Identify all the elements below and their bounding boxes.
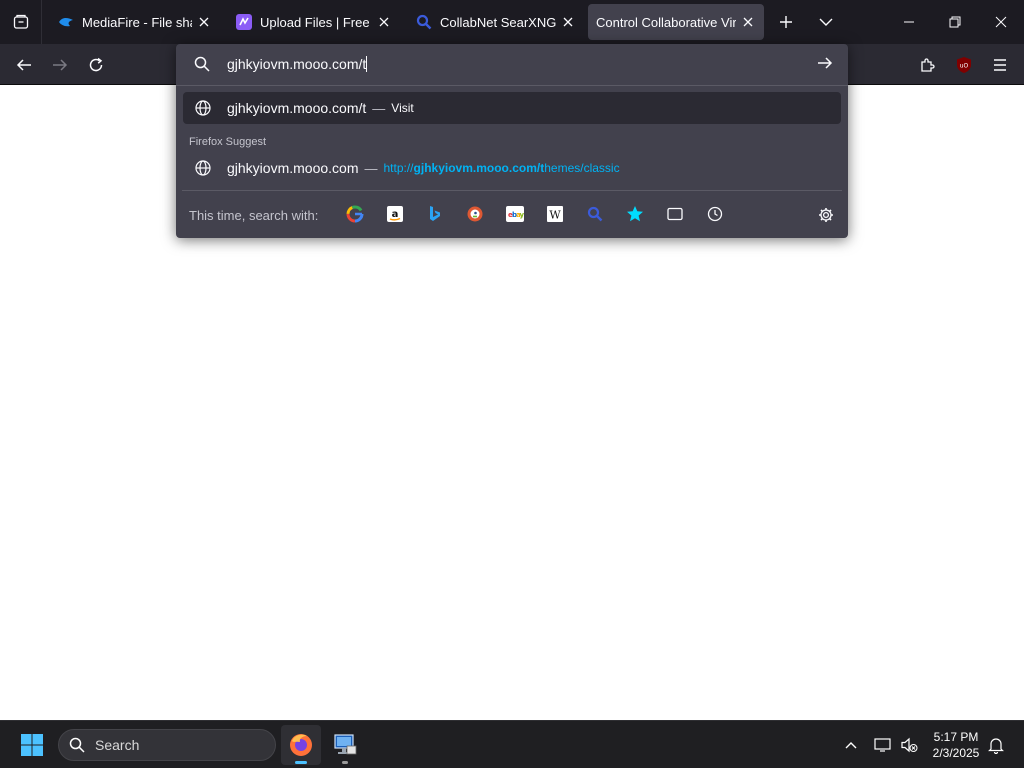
tab-strip: MediaFire - File sharing Upload Files | …	[0, 0, 1024, 44]
result-action: Visit	[391, 101, 414, 115]
one-off-search-bar: This time, search with: a ebay W	[176, 191, 848, 238]
result-url: http://gjhkyiovm.mooo.com/themes/classic	[383, 161, 620, 175]
close-tab-icon[interactable]	[196, 14, 212, 30]
tab-upload-files[interactable]: Upload Files | Free File H	[228, 4, 400, 40]
notifications-button[interactable]	[984, 733, 1008, 757]
new-tab-button[interactable]	[772, 8, 800, 36]
arrow-left-icon	[16, 59, 31, 71]
tab-searxng[interactable]: CollabNet SearXNG	[408, 4, 584, 40]
app-menu-button[interactable]	[984, 49, 1016, 81]
urlbar-popup: gjhkyiovm.mooo.com/t gjhkyiovm.mooo.com/…	[176, 44, 848, 238]
bing-icon[interactable]	[425, 204, 445, 224]
reload-icon	[89, 57, 103, 72]
forward-button[interactable]	[44, 49, 76, 81]
clock-date: 2/3/2025	[932, 746, 980, 760]
heuristic-result[interactable]: gjhkyiovm.mooo.com/t — Visit	[183, 92, 841, 124]
history-clock-icon[interactable]	[705, 204, 725, 224]
svg-text:W: W	[549, 209, 561, 222]
tab-title: CollabNet SearXNG	[440, 14, 556, 30]
plus-icon	[780, 16, 792, 28]
taskbar-search-label: Search	[95, 737, 140, 753]
searxng-icon[interactable]	[585, 204, 605, 224]
suggestion-result[interactable]: gjhkyiovm.mooo.com — http://gjhkyiovm.mo…	[183, 152, 841, 184]
reload-button[interactable]	[80, 49, 112, 81]
volume-status[interactable]	[897, 733, 921, 757]
go-button[interactable]	[816, 54, 834, 77]
ublock-icon: uO	[957, 57, 971, 73]
network-icon	[874, 738, 891, 752]
close-tab-icon[interactable]	[560, 14, 576, 30]
upload-icon	[236, 14, 252, 30]
tab-title: MediaFire - File sharing	[82, 14, 192, 30]
close-icon	[995, 16, 1007, 28]
globe-icon	[195, 100, 211, 116]
wikipedia-icon[interactable]: W	[545, 204, 565, 224]
network-status[interactable]	[871, 733, 895, 757]
ebay-icon[interactable]: ebay	[505, 204, 525, 224]
tab-title: Control Collaborative Virtua	[596, 14, 736, 30]
divider	[176, 85, 848, 86]
tab-active[interactable]: Control Collaborative Virtua	[588, 4, 764, 40]
tabs-icon[interactable]	[665, 204, 685, 224]
amazon-icon[interactable]: a	[385, 204, 405, 224]
arrow-right-icon	[818, 57, 833, 69]
ublock-origin-button[interactable]: uO	[948, 49, 980, 81]
search-settings-gear-icon[interactable]	[816, 205, 836, 225]
svg-text:uO: uO	[960, 63, 969, 70]
puzzle-icon	[921, 58, 935, 72]
windows-logo-icon	[21, 734, 43, 756]
group-label: Firefox Suggest	[189, 136, 267, 148]
google-icon[interactable]	[345, 204, 365, 224]
bell-icon	[988, 738, 1004, 754]
system-clock[interactable]: 5:17 PM 2/3/2025	[924, 729, 988, 761]
speaker-muted-icon	[901, 737, 918, 753]
bookmarks-star-icon[interactable]	[625, 204, 645, 224]
duckduckgo-icon[interactable]	[465, 204, 485, 224]
taskbar-search-box[interactable]: Search	[58, 729, 276, 761]
restore-button[interactable]	[932, 0, 978, 44]
globe-icon	[195, 160, 211, 176]
mediafire-icon	[58, 14, 74, 30]
firefox-window: MediaFire - File sharing Upload Files | …	[0, 0, 1024, 768]
firefox-view-icon	[13, 14, 28, 29]
show-hidden-icons-button[interactable]	[839, 733, 863, 757]
firefox-view-button[interactable]	[0, 0, 42, 44]
back-button[interactable]	[8, 49, 40, 81]
tab-mediafire[interactable]: MediaFire - File sharing	[50, 4, 220, 40]
urlbar-input[interactable]: gjhkyiovm.mooo.com/t	[176, 44, 848, 85]
one-off-label: This time, search with:	[189, 208, 319, 223]
start-button[interactable]	[14, 729, 50, 761]
tab-title: Upload Files | Free File H	[260, 14, 372, 30]
list-all-tabs-button[interactable]	[812, 8, 840, 36]
hamburger-icon	[994, 59, 1006, 71]
windows-taskbar: Search 5:17 PM 2/3/2025	[0, 720, 1024, 768]
remote-desktop-icon	[334, 734, 357, 755]
search-icon	[194, 56, 210, 77]
chevron-down-icon	[819, 18, 833, 26]
restore-icon	[949, 16, 961, 28]
svg-text:y: y	[520, 211, 525, 219]
taskbar-firefox[interactable]	[281, 725, 321, 765]
search-icon	[416, 14, 432, 30]
clock-time: 5:17 PM	[933, 730, 979, 744]
active-app-indicator	[295, 761, 307, 764]
taskbar-remote-desktop[interactable]	[325, 725, 365, 765]
chevron-up-icon	[845, 742, 857, 749]
minimize-icon	[904, 21, 914, 23]
minimize-button[interactable]	[886, 0, 932, 44]
result-title: gjhkyiovm.mooo.com/t	[227, 100, 367, 116]
svg-text:a: a	[392, 209, 399, 220]
close-tab-icon[interactable]	[376, 14, 392, 30]
close-window-button[interactable]	[978, 0, 1024, 44]
result-separator: —	[372, 100, 386, 116]
extensions-button[interactable]	[912, 49, 944, 81]
result-title: gjhkyiovm.mooo.com	[227, 160, 359, 176]
search-icon	[69, 737, 85, 753]
result-separator: —	[364, 160, 378, 176]
firefox-icon	[290, 734, 312, 756]
running-app-indicator	[342, 761, 348, 764]
arrow-right-icon	[53, 59, 68, 71]
urlbar-text: gjhkyiovm.mooo.com/t	[227, 56, 368, 72]
close-tab-icon[interactable]	[740, 14, 756, 30]
